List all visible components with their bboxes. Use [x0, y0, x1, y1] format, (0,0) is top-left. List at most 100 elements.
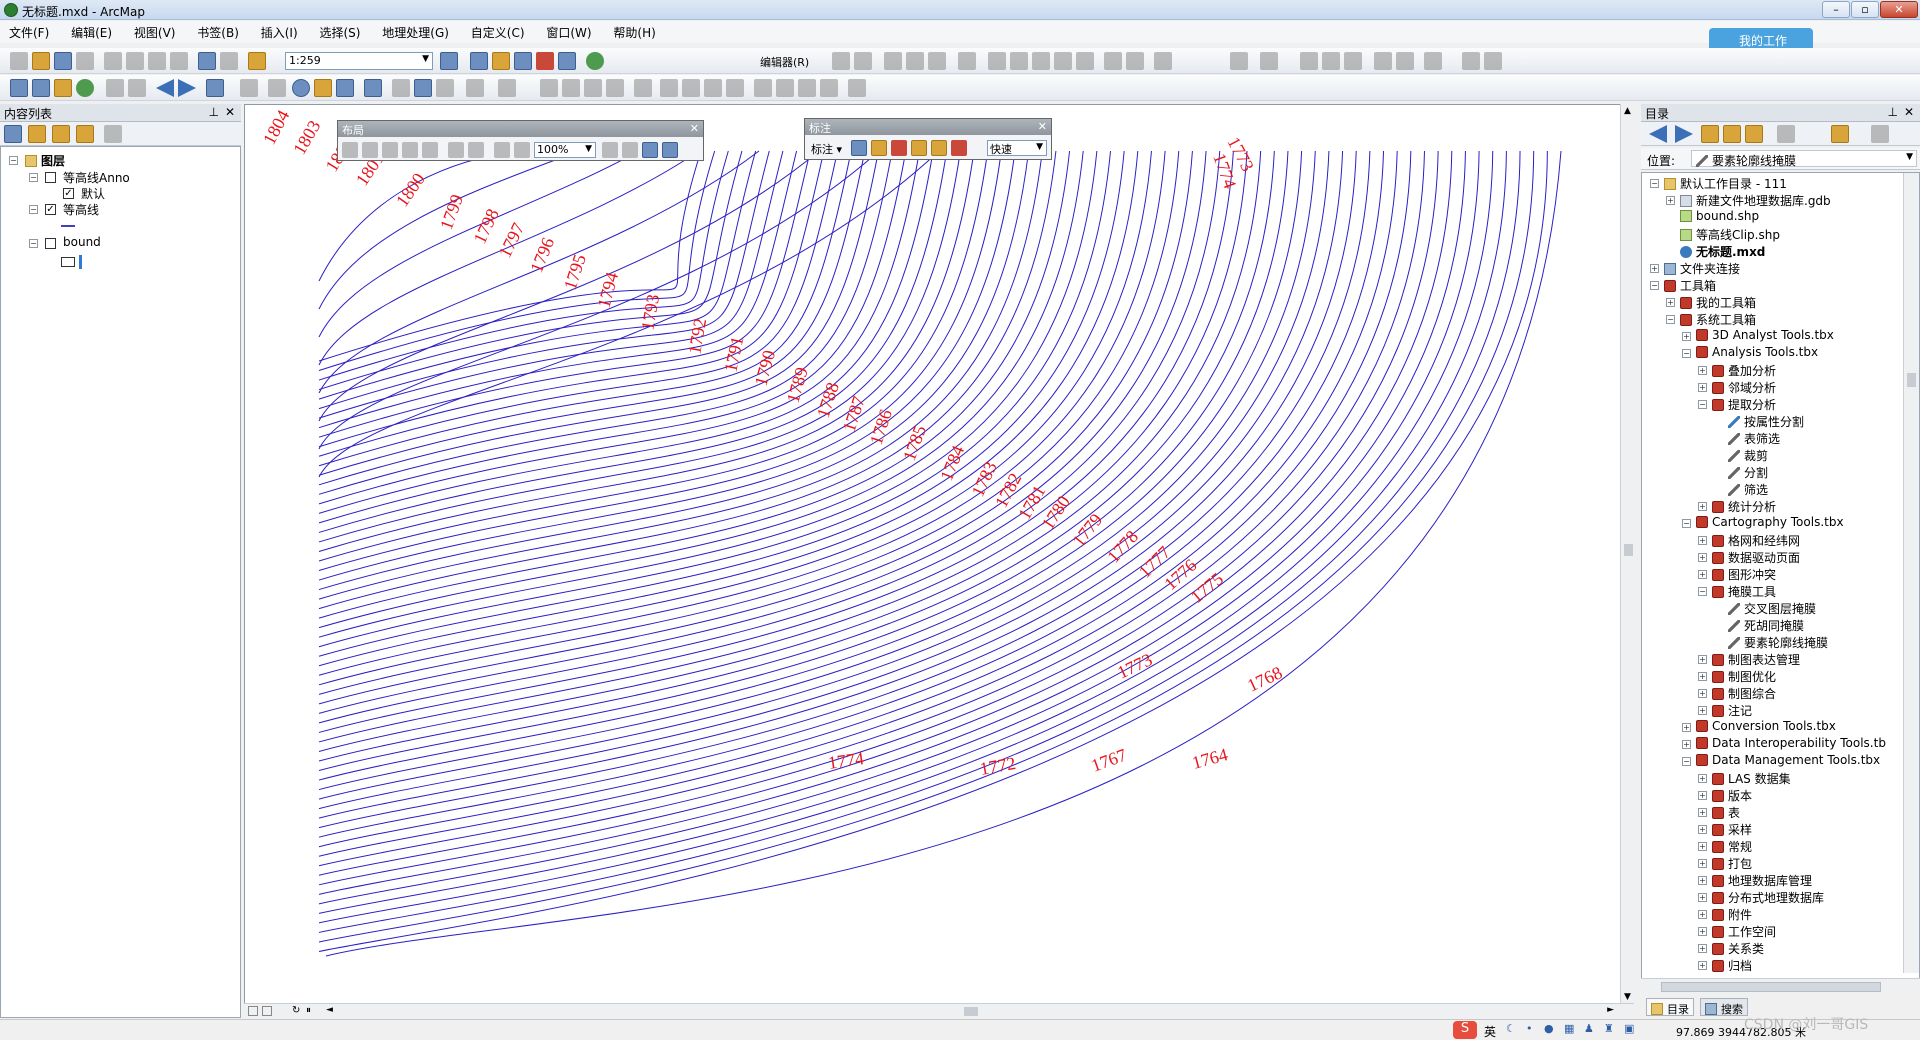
print-icon[interactable]: [76, 52, 94, 70]
layout-zoom-select[interactable]: 100% ▼: [534, 142, 596, 158]
zoom-out-icon[interactable]: [32, 79, 50, 97]
expand-toggle[interactable]: +: [1698, 859, 1707, 868]
location-input[interactable]: 要素轮廓线掩膜 ▼: [1691, 150, 1917, 168]
catalog-item[interactable]: 注记: [1712, 702, 1752, 718]
new-folder-icon[interactable]: [1831, 125, 1849, 143]
measure-icon[interactable]: [364, 79, 382, 97]
data-view-icon[interactable]: [248, 1006, 258, 1016]
lock-labels-icon[interactable]: [871, 140, 887, 156]
expand-toggle[interactable]: +: [1698, 927, 1707, 936]
georef-icon-2[interactable]: [1260, 52, 1278, 70]
catalog-item[interactable]: 文件夹连接: [1664, 260, 1740, 276]
expand-toggle[interactable]: +: [1698, 893, 1707, 902]
hyperlink-icon[interactable]: [314, 79, 332, 97]
moon-icon[interactable]: ☾: [1506, 1022, 1516, 1035]
catalog-item[interactable]: 默认工作目录 - 111: [1664, 175, 1787, 191]
cut-icon[interactable]: [104, 52, 122, 70]
layout-zoom-out-icon[interactable]: [362, 142, 378, 158]
expand-toggle[interactable]: +: [1698, 774, 1707, 783]
catalog-item[interactable]: 裁剪: [1728, 447, 1768, 463]
georef-icon-6[interactable]: [1374, 52, 1392, 70]
georef-icon-9[interactable]: [1462, 52, 1480, 70]
catalog-item[interactable]: bound.shp: [1680, 209, 1759, 225]
punctuation-icon[interactable]: •: [1526, 1022, 1533, 1035]
search-window-icon[interactable]: [514, 52, 532, 70]
fixed-zoom-in-layout-icon[interactable]: [448, 142, 464, 158]
python-window-icon[interactable]: [558, 52, 576, 70]
sketch-properties-icon[interactable]: [1126, 52, 1144, 70]
expand-toggle[interactable]: +: [1698, 876, 1707, 885]
layout-tool-10-icon[interactable]: [754, 79, 772, 97]
catalog-item[interactable]: 筛选: [1728, 481, 1768, 497]
catalog-item[interactable]: 要素轮廓线掩膜: [1728, 634, 1828, 650]
scroll-thumb[interactable]: [1907, 373, 1916, 387]
view-unplaced-icon[interactable]: [911, 140, 927, 156]
edit-tool-icon[interactable]: [832, 52, 850, 70]
copy-icon[interactable]: [126, 52, 144, 70]
shirt-icon[interactable]: ♜: [1604, 1022, 1614, 1035]
fixed-zoom-out-layout-icon[interactable]: [468, 142, 484, 158]
layout-zoom-in-icon[interactable]: [342, 142, 358, 158]
label-priority-icon[interactable]: [931, 140, 947, 156]
ime-logo-icon[interactable]: S: [1453, 1021, 1477, 1039]
catalog-item[interactable]: 归档: [1712, 957, 1752, 973]
list-by-source-icon[interactable]: [28, 125, 46, 143]
connect-folder-icon[interactable]: [1745, 125, 1763, 143]
expand-toggle[interactable]: −: [1682, 757, 1691, 766]
forward-extent-icon[interactable]: [178, 79, 196, 97]
close-icon[interactable]: ✕: [1038, 120, 1047, 133]
expand-toggle[interactable]: +: [1698, 706, 1707, 715]
catalog-item[interactable]: 新建文件地理数据库.gdb: [1680, 192, 1831, 208]
catalog-item[interactable]: 我的工具箱: [1680, 294, 1756, 310]
layout-tool-12-icon[interactable]: [798, 79, 816, 97]
layout-tool-9-icon[interactable]: [726, 79, 744, 97]
catalog-item[interactable]: Cartography Tools.tbx: [1696, 515, 1844, 531]
layout-tool-8-icon[interactable]: [704, 79, 722, 97]
edit-annotation-icon[interactable]: [854, 52, 872, 70]
catalog-item[interactable]: 无标题.mxd: [1680, 243, 1765, 259]
catalog-item[interactable]: 采样: [1712, 821, 1752, 837]
catalog-item[interactable]: 格网和经纬网: [1712, 532, 1800, 548]
expand-toggle[interactable]: −: [9, 156, 18, 165]
find-route-icon[interactable]: [414, 79, 432, 97]
catalog-window-icon[interactable]: [492, 52, 510, 70]
labeling-menu[interactable]: 标注 ▾: [811, 141, 842, 157]
catalog-item[interactable]: 附件: [1712, 906, 1752, 922]
close-icon[interactable]: ✕: [690, 122, 699, 135]
close-icon[interactable]: ✕: [1904, 105, 1914, 119]
refresh-icon[interactable]: ↻: [292, 1005, 300, 1016]
scroll-up-icon[interactable]: ▲: [1624, 106, 1631, 116]
layout-tool-4-icon[interactable]: [606, 79, 624, 97]
create-viewer-icon[interactable]: [498, 79, 516, 97]
menu-windows[interactable]: 窗口(W): [537, 21, 600, 44]
minimize-button[interactable]: –: [1822, 1, 1850, 18]
expand-toggle[interactable]: +: [1698, 842, 1707, 851]
catalog-item[interactable]: 打包: [1712, 855, 1752, 871]
vertical-scrollbar[interactable]: ▲ ▼: [1620, 104, 1636, 1004]
toc-window-icon[interactable]: [470, 52, 488, 70]
fixed-zoom-in-icon[interactable]: [106, 79, 124, 97]
tab-catalog[interactable]: 目录: [1646, 998, 1694, 1016]
layout-toolbar[interactable]: 布局 ✕ 100% ▼: [337, 120, 704, 161]
microphone-icon[interactable]: ●: [1544, 1022, 1554, 1035]
georef-icon-8[interactable]: [1424, 52, 1442, 70]
catalog-item[interactable]: 统计分析: [1712, 498, 1776, 514]
layer-checkbox[interactable]: [45, 238, 56, 249]
layout-view-icon[interactable]: [262, 1006, 272, 1016]
select-features-icon[interactable]: [206, 79, 224, 97]
menu-customize[interactable]: 自定义(C): [462, 21, 534, 44]
catalog-item[interactable]: 制图表达管理: [1712, 651, 1800, 667]
layout-pan-icon[interactable]: [562, 79, 580, 97]
new-icon[interactable]: [10, 52, 28, 70]
expand-toggle[interactable]: +: [1698, 672, 1707, 681]
attributes-icon[interactable]: [1104, 52, 1122, 70]
zoom-whole-page-icon[interactable]: [402, 142, 418, 158]
menu-edit[interactable]: 编辑(E): [62, 21, 121, 44]
grid-icon[interactable]: ▣: [1624, 1022, 1634, 1035]
label-weights-icon[interactable]: [951, 140, 967, 156]
save-icon[interactable]: [54, 52, 72, 70]
list-by-selection-icon[interactable]: [76, 125, 94, 143]
maximize-button[interactable]: ▫: [1851, 1, 1879, 18]
keyboard-icon[interactable]: ▦: [1564, 1022, 1574, 1035]
georef-icon-3[interactable]: [1300, 52, 1318, 70]
